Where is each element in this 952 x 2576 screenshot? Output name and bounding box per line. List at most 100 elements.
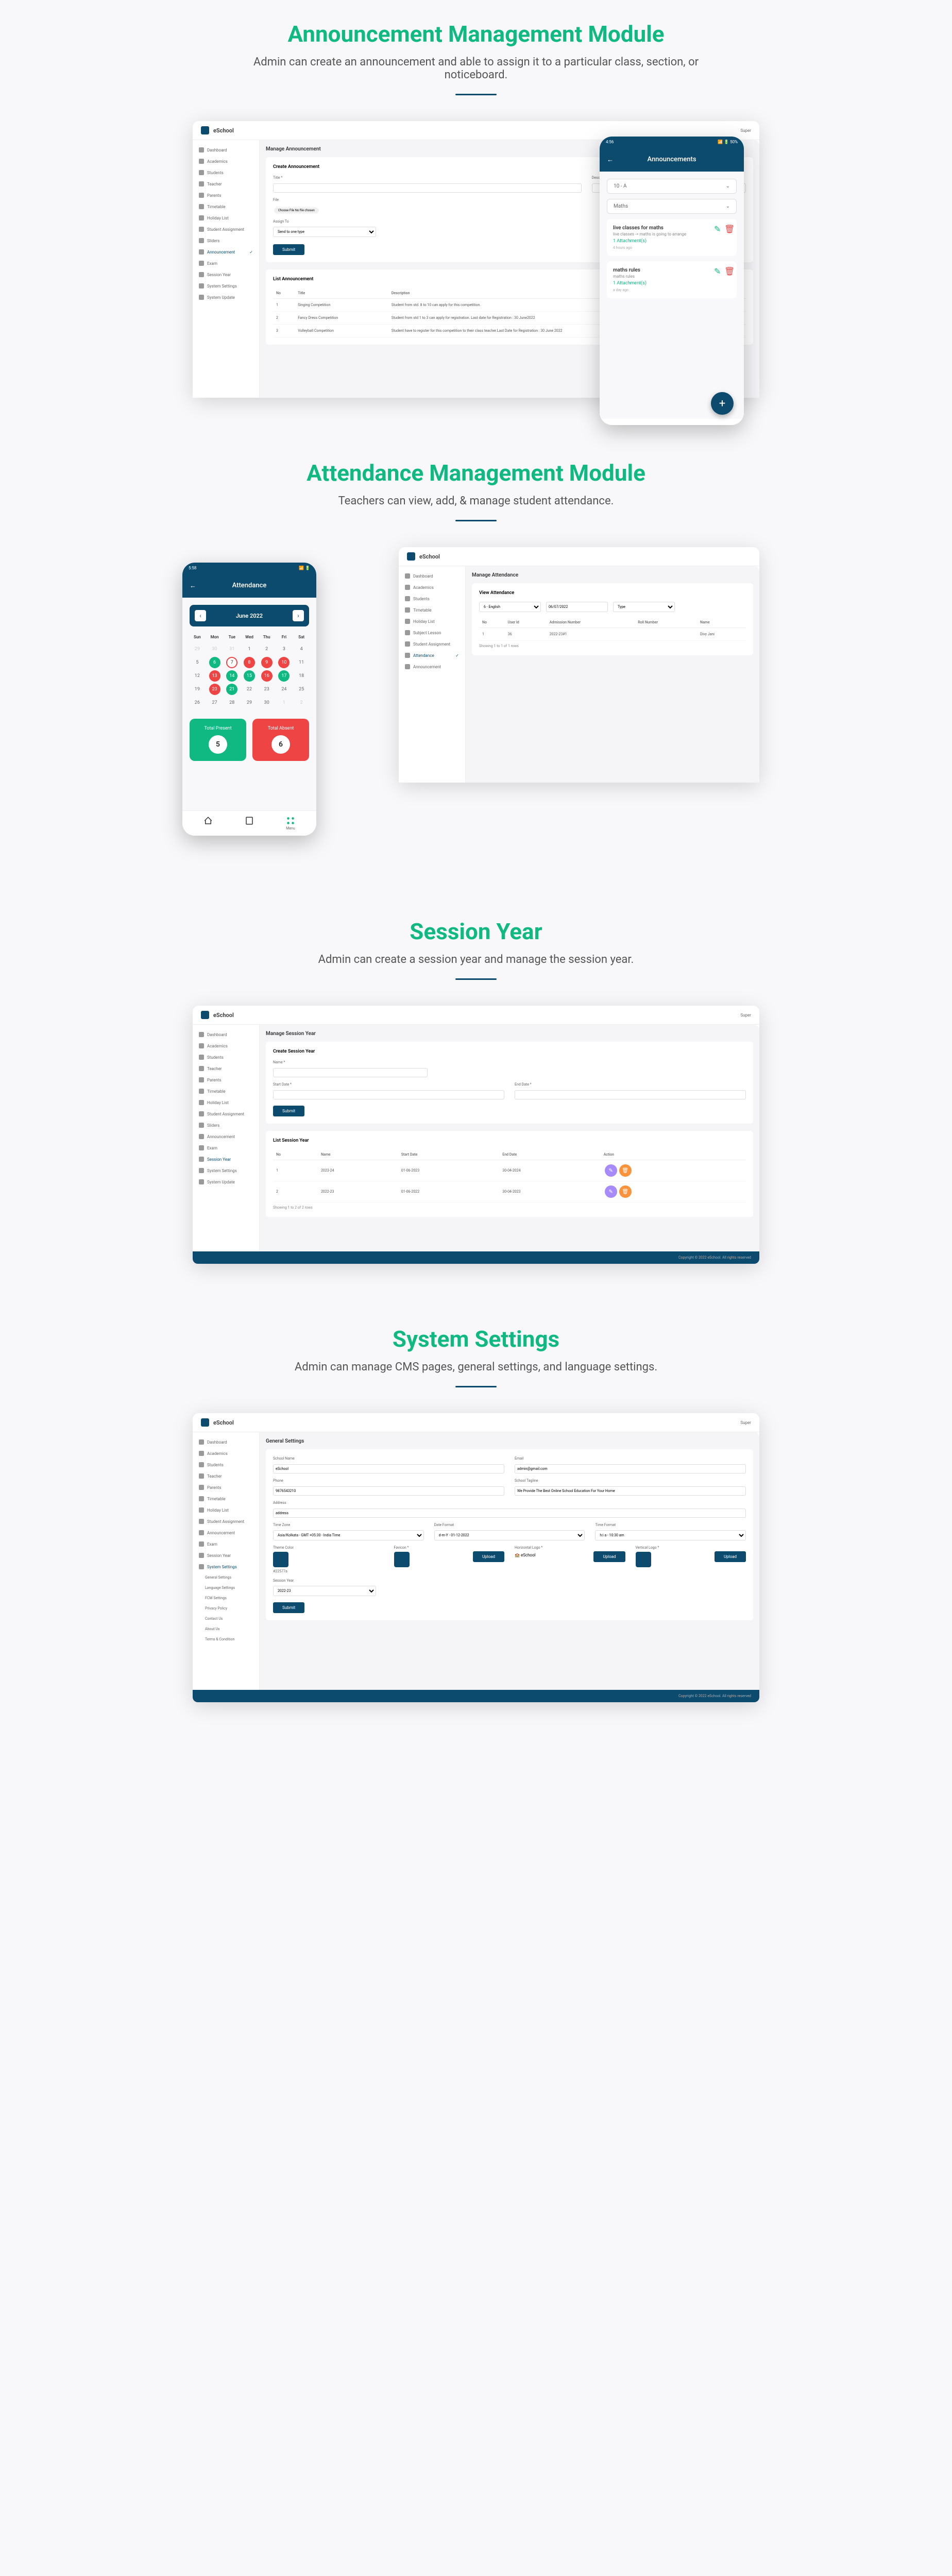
delete-button[interactable]: 🗑 bbox=[619, 1164, 632, 1177]
sidebar-item[interactable]: Students bbox=[399, 593, 465, 604]
cal-day[interactable]: 29 bbox=[242, 697, 257, 708]
submit-button[interactable]: Submit bbox=[273, 244, 304, 255]
cal-day-present[interactable]: 21 bbox=[226, 684, 237, 695]
start-input[interactable] bbox=[273, 1090, 504, 1099]
cal-day[interactable]: 4 bbox=[294, 643, 309, 655]
sidebar-item[interactable]: Announcement bbox=[399, 661, 465, 672]
sidebar-item[interactable]: System Update bbox=[193, 1176, 259, 1188]
schoolname-input[interactable] bbox=[273, 1464, 504, 1473]
cal-day[interactable]: 18 bbox=[294, 670, 309, 682]
attachment-link[interactable]: 1 Attachment(s) bbox=[613, 239, 730, 244]
cal-day[interactable]: 12 bbox=[190, 670, 205, 682]
upload-button[interactable]: Upload bbox=[593, 1551, 625, 1562]
cal-day[interactable]: 22 bbox=[242, 684, 257, 695]
sidebar-item-attendance[interactable]: Attendance ✓ bbox=[399, 650, 465, 661]
sidebar-item-sliders[interactable]: Sliders bbox=[193, 235, 259, 246]
sidebar-item[interactable]: Announcement bbox=[193, 1131, 259, 1142]
sidebar-item[interactable]: Student Assignment bbox=[399, 638, 465, 650]
file-chooser[interactable]: Choose File No file chosen bbox=[274, 208, 319, 213]
sidebar-item[interactable]: Teacher bbox=[193, 1470, 259, 1482]
next-month-button[interactable]: › bbox=[293, 610, 304, 621]
sidebar-item[interactable]: Dashboard bbox=[193, 1436, 259, 1448]
cal-day-absent[interactable]: 20 bbox=[209, 684, 220, 695]
announcement-card[interactable]: ✎ 🗑 live classes for maths live classes … bbox=[607, 219, 737, 256]
sidebar-item-update[interactable]: System Update bbox=[193, 292, 259, 303]
user-badge[interactable]: Super bbox=[740, 128, 751, 133]
back-icon[interactable]: ← bbox=[190, 582, 196, 590]
sidebar-item-announcement[interactable]: Announcement ✓ bbox=[193, 246, 259, 258]
sidebar-item-session[interactable]: Session Year bbox=[193, 269, 259, 280]
cal-day[interactable]: 24 bbox=[277, 684, 292, 695]
sidebar-sub-item[interactable]: Terms & Condition bbox=[193, 1634, 259, 1645]
sidebar-item-session[interactable]: Session Year bbox=[193, 1154, 259, 1165]
sidebar-item[interactable]: Timetable bbox=[193, 1493, 259, 1504]
sidebar-item[interactable]: Parents bbox=[193, 1482, 259, 1493]
cal-day[interactable]: 1 bbox=[277, 697, 292, 708]
table-row[interactable]: 12023-2401-06-202330-04-2024 ✎🗑 bbox=[273, 1160, 746, 1181]
sidebar-item-timetable[interactable]: Timetable bbox=[193, 201, 259, 212]
sidebar-sub-item[interactable]: About Us bbox=[193, 1624, 259, 1634]
cal-day[interactable]: 23 bbox=[259, 684, 275, 695]
nav-assign[interactable] bbox=[245, 816, 254, 831]
cal-day-absent[interactable]: 9 bbox=[261, 657, 273, 668]
sidebar-item-exam[interactable]: Exam bbox=[193, 258, 259, 269]
sidebar-item[interactable]: Academics bbox=[193, 1040, 259, 1052]
cal-day[interactable]: 3 bbox=[277, 643, 292, 655]
cal-day[interactable]: 26 bbox=[190, 697, 205, 708]
sidebar-item[interactable]: Holiday List bbox=[399, 616, 465, 627]
edit-icon[interactable]: ✎ bbox=[714, 224, 721, 231]
phone-input[interactable] bbox=[273, 1486, 504, 1496]
sidebar-item[interactable]: Dashboard bbox=[193, 1029, 259, 1040]
cal-day-absent[interactable]: 13 bbox=[209, 670, 220, 682]
cal-day-absent[interactable]: 16 bbox=[261, 670, 273, 682]
tz-select[interactable]: Asia/Kolkata - GMT +05:30 - India Time bbox=[273, 1530, 424, 1540]
sidebar-item[interactable]: Academics bbox=[193, 1448, 259, 1459]
table-row[interactable]: 22022-2301-06-202230-04-2023 ✎🗑 bbox=[273, 1181, 746, 1202]
tagline-input[interactable] bbox=[515, 1486, 746, 1496]
sidebar-item[interactable]: Session Year bbox=[193, 1550, 259, 1561]
table-row[interactable]: 1 36 2022-23#1 Divy Jani bbox=[479, 628, 746, 641]
upload-button[interactable]: Upload bbox=[473, 1551, 504, 1562]
sidebar-item[interactable]: Holiday List bbox=[193, 1097, 259, 1108]
cal-day-absent[interactable]: 10 bbox=[278, 657, 290, 668]
assign-select[interactable]: Send to one type bbox=[273, 227, 376, 237]
upload-button[interactable]: Upload bbox=[715, 1551, 746, 1562]
cal-day-present[interactable]: 6 bbox=[209, 657, 220, 668]
edit-icon[interactable]: ✎ bbox=[714, 266, 721, 274]
edit-button[interactable]: ✎ bbox=[605, 1164, 617, 1177]
sidebar-item-dashboard[interactable]: Dashboard bbox=[193, 144, 259, 156]
cal-day[interactable]: 2 bbox=[294, 697, 309, 708]
timefmt-select[interactable]: h:i a - 10:30 am bbox=[595, 1530, 746, 1540]
end-input[interactable] bbox=[515, 1090, 746, 1099]
sidebar-item[interactable]: System Settings bbox=[193, 1165, 259, 1176]
sidebar-item[interactable]: Exam bbox=[193, 1142, 259, 1154]
sidebar-sub-item[interactable]: General Settings bbox=[193, 1572, 259, 1583]
date-input[interactable] bbox=[546, 602, 608, 612]
sidebar-item-settings[interactable]: System Settings bbox=[193, 1561, 259, 1572]
sidebar-item[interactable]: Parents bbox=[193, 1074, 259, 1086]
cal-day[interactable]: 30 bbox=[207, 643, 223, 655]
user-badge[interactable]: Super bbox=[740, 1420, 751, 1425]
cal-day[interactable]: 29 bbox=[190, 643, 205, 655]
prev-month-button[interactable]: ‹ bbox=[195, 610, 206, 621]
delete-icon[interactable]: 🗑 bbox=[724, 266, 732, 274]
delete-icon[interactable]: 🗑 bbox=[724, 224, 732, 231]
sidebar-item[interactable]: Holiday List bbox=[193, 1504, 259, 1516]
theme-swatch[interactable] bbox=[273, 1552, 288, 1567]
sidebar-item[interactable]: Announcement bbox=[193, 1527, 259, 1538]
cal-day[interactable]: 31 bbox=[224, 643, 240, 655]
sidebar-sub-item[interactable]: Privacy Policy bbox=[193, 1603, 259, 1614]
cal-day[interactable]: 25 bbox=[294, 684, 309, 695]
sidebar-item[interactable]: Teacher bbox=[193, 1063, 259, 1074]
cal-day[interactable]: 2 bbox=[259, 643, 275, 655]
class-dropdown[interactable]: 10 - A⌄ bbox=[607, 179, 737, 194]
title-input[interactable] bbox=[273, 183, 582, 193]
submit-button[interactable]: Submit bbox=[273, 1106, 304, 1116]
sidebar-item-assignment[interactable]: Student Assignment bbox=[193, 224, 259, 235]
sidebar-item-academics[interactable]: Academics bbox=[193, 156, 259, 167]
sidebar-item[interactable]: Timetable bbox=[399, 604, 465, 616]
sidebar-item-parents[interactable]: Parents bbox=[193, 190, 259, 201]
sidebar-item-students[interactable]: Students bbox=[193, 167, 259, 178]
cal-day-present[interactable]: 14 bbox=[226, 670, 237, 682]
attachment-link[interactable]: 1 Attachment(s) bbox=[613, 281, 730, 286]
